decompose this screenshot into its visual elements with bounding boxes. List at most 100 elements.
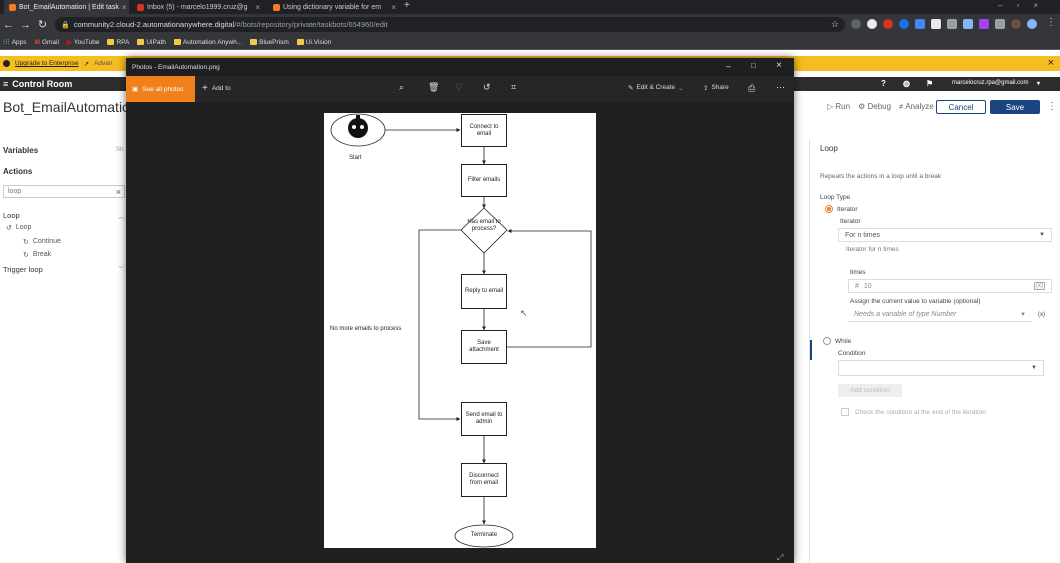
debug-button[interactable]: ⚙ Debug — [858, 102, 891, 111]
bookmark-automation-anywhere[interactable]: Automation Anywh... — [173, 39, 242, 46]
action-group-trigger-loop[interactable]: Trigger loop — [3, 265, 43, 274]
panel-description: Repeats the actions in a loop until a br… — [820, 173, 942, 180]
bookmark-uivision[interactable]: Ui.Vision — [296, 39, 331, 46]
close-icon[interactable]: × — [122, 3, 127, 12]
expand-icon[interactable]: ⤢ — [777, 553, 783, 563]
menu-icon[interactable]: ⋮ — [1046, 17, 1056, 28]
variable-insert-icon[interactable]: (x) — [1038, 312, 1045, 318]
add-condition-button[interactable]: Add condition — [838, 384, 902, 397]
run-button[interactable]: ▷ Run — [827, 102, 850, 111]
notification-icon[interactable]: ⚑ — [926, 79, 933, 88]
maximize-icon[interactable]: □ — [751, 61, 756, 70]
iterator-description: Iterator for n times — [846, 246, 899, 253]
crop-icon[interactable]: ⌗ — [511, 82, 516, 93]
youtube-icon: ▶ — [66, 39, 72, 46]
print-icon[interactable]: ⎙ — [748, 83, 755, 94]
equalizer-icon[interactable] — [1011, 19, 1021, 29]
bookmark-star-icon[interactable]: ☆ — [831, 19, 839, 30]
bookmark-apps[interactable]: ⁝⁝⁝ Apps — [3, 38, 27, 47]
iterator-select[interactable]: For n times ▼ — [838, 228, 1052, 242]
close-icon[interactable]: × — [776, 60, 782, 71]
extension-icon[interactable] — [867, 19, 877, 29]
tab-title: Inbox (5) - marcelo1999.cruz@g — [147, 3, 248, 11]
extension-icon[interactable] — [931, 19, 941, 29]
minimize-icon[interactable]: – — [726, 61, 731, 71]
favorite-icon[interactable]: ♡ — [455, 82, 463, 93]
times-input[interactable]: # 10 (x) — [848, 279, 1052, 293]
extension-icon[interactable] — [963, 19, 973, 29]
clear-search-icon[interactable]: × — [116, 187, 121, 197]
bookmark-youtube[interactable]: ▶ YouTube — [66, 38, 100, 47]
share-button[interactable]: ⇪ Share — [703, 84, 729, 92]
new-tab-button[interactable]: + — [404, 0, 410, 11]
extension-icon[interactable] — [947, 19, 957, 29]
window-controls[interactable]: –▫× — [998, 1, 1052, 10]
user-email[interactable]: marcelocruz.rpa@gmail.com — [952, 80, 1028, 86]
chevron-up-icon[interactable]: ︿ — [118, 212, 124, 221]
chevron-down-icon[interactable]: ▾ — [1037, 80, 1040, 87]
tab-dictionary[interactable]: Using dictionary variable for em × — [268, 0, 401, 14]
radio-while[interactable]: While — [823, 337, 1050, 345]
rotate-icon[interactable]: ↺ — [483, 82, 491, 93]
tab-bot-edit[interactable]: Bot_EmailAutomation | Edit task × — [4, 0, 129, 14]
check-end-iteration-checkbox[interactable]: Check the condition at the end of the it… — [841, 408, 1050, 416]
folder-icon — [296, 39, 304, 45]
more-icon[interactable]: ⋯ — [776, 82, 785, 93]
close-banner-icon[interactable]: × — [1048, 57, 1054, 69]
puzzle-icon[interactable] — [995, 19, 1005, 29]
bookmark-uipath[interactable]: UiPath — [137, 39, 166, 46]
extension-icon[interactable] — [883, 19, 893, 29]
extension-icon[interactable] — [899, 19, 909, 29]
action-break[interactable]: ↻ Break — [23, 251, 51, 259]
flowchart-image: Start Connect to email Filter emails Has… — [324, 113, 596, 548]
more-options-icon[interactable]: ⋮ — [1047, 101, 1057, 112]
extension-icon[interactable] — [851, 19, 861, 29]
globe-icon[interactable]: ◍ — [903, 79, 910, 88]
delete-icon[interactable]: 🗑 — [428, 82, 439, 93]
times-label: times — [850, 269, 866, 276]
folder-icon — [107, 39, 115, 45]
variable-insert-icon[interactable]: (x) — [1034, 282, 1045, 290]
variables-header[interactable]: Variables — [3, 146, 38, 155]
tab-inbox[interactable]: Inbox (5) - marcelo1999.cruz@g × — [132, 0, 265, 14]
action-loop[interactable]: ↺ Loop — [6, 224, 31, 232]
zoom-icon[interactable]: ⌕ — [399, 82, 404, 93]
back-icon[interactable]: ← — [0, 19, 17, 31]
close-icon[interactable]: × — [391, 3, 396, 12]
photos-icon: ▣ — [132, 86, 139, 93]
chevron-down-icon[interactable]: ﹀ — [118, 264, 124, 273]
chevron-down-icon: ▼ — [1020, 311, 1026, 318]
assign-variable-select[interactable]: Needs a variable of type Number ▼ — [848, 308, 1032, 322]
loop-properties-panel: Loop Repeats the actions in a loop until… — [809, 140, 1060, 563]
cancel-button[interactable]: Cancel — [936, 100, 986, 114]
add-to-button[interactable]: + Add to — [202, 83, 231, 94]
extension-icon[interactable] — [915, 19, 925, 29]
forward-icon[interactable]: → — [17, 19, 34, 31]
edit-create-button[interactable]: ✎ Edit & Create ⌄ — [628, 84, 684, 92]
help-icon[interactable]: ? — [881, 79, 886, 88]
lock-icon: 🔒 — [61, 21, 70, 29]
mouse-cursor-icon: ↖ — [520, 308, 528, 318]
action-group-loop[interactable]: Loop — [3, 211, 20, 220]
close-icon[interactable]: × — [255, 3, 260, 12]
bookmark-gmail[interactable]: M Gmail — [35, 39, 59, 46]
bookmark-blueprism[interactable]: BluePrism — [250, 39, 289, 46]
control-room-title[interactable]: Control Room — [12, 79, 72, 89]
address-bar[interactable]: 🔒 community2.cloud-2.automationanywhere.… — [55, 17, 845, 32]
actions-search-input[interactable]: loop × — [3, 185, 125, 198]
see-all-photos-button[interactable]: ▣ See all photos — [126, 76, 195, 102]
upgrade-link[interactable]: Upgrade to Enterprise — [15, 60, 79, 67]
analyze-button[interactable]: ≠ Analyze — [899, 102, 934, 111]
reload-icon[interactable]: ↻ — [34, 18, 51, 31]
avatar[interactable] — [1027, 19, 1037, 29]
radio-iterator[interactable]: Iterator — [825, 205, 1050, 213]
extension-icon[interactable] — [979, 19, 989, 29]
bookmark-rpa[interactable]: RPA — [107, 39, 129, 46]
condition-select[interactable]: ▼ — [838, 360, 1044, 376]
hamburger-icon[interactable]: ≡ — [3, 79, 8, 89]
action-continue[interactable]: ↻ Continue — [23, 238, 61, 246]
save-button[interactable]: Save — [990, 100, 1040, 114]
show-link[interactable]: Sh — [116, 147, 123, 153]
panel-title: Loop — [820, 144, 838, 153]
url-path: /#/bots/repository/private/taskbots/6549… — [234, 20, 388, 29]
